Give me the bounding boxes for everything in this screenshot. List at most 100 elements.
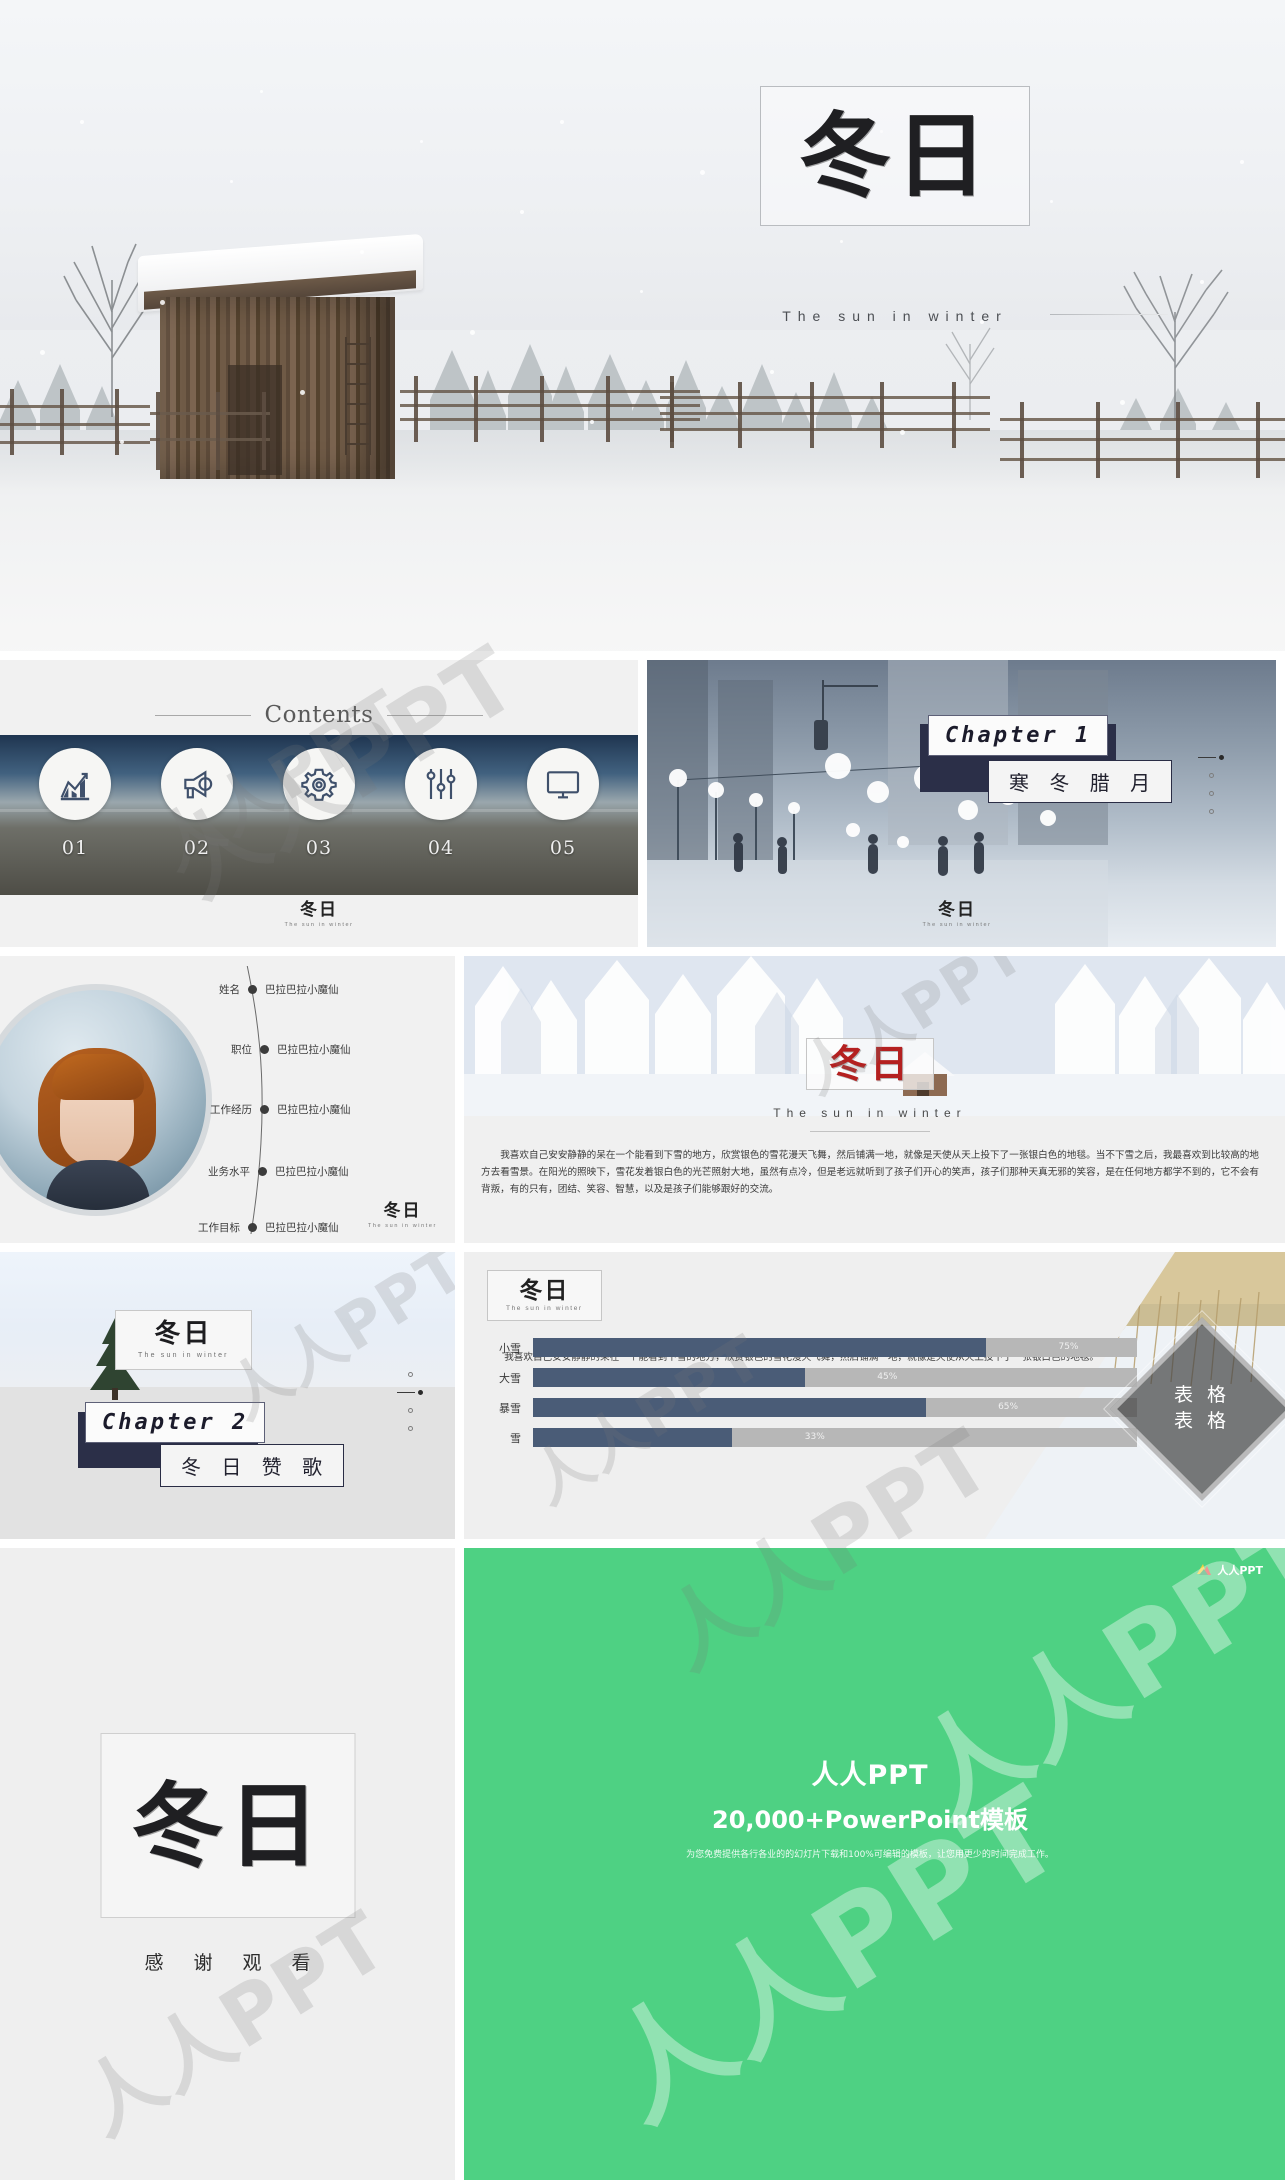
bar-chart: 小雪 75% 大雪 45% 暴雪 65% 雪 33% — [477, 1338, 1137, 1458]
pager-active-marker — [397, 1390, 423, 1395]
slide-logo-contents: 冬日 The sun in winter — [284, 900, 354, 929]
timeline-dot — [260, 1045, 269, 1054]
pager-dot[interactable] — [1208, 809, 1214, 814]
logo-cn: 冬日 — [383, 1201, 422, 1221]
chapter2-en-box[interactable]: Chapter 2 — [85, 1402, 266, 1443]
bar-track: 45% — [533, 1368, 1137, 1387]
bar-row: 暴雪 65% — [477, 1398, 1137, 1417]
torso — [46, 1160, 150, 1210]
sliders-icon[interactable] — [405, 748, 477, 820]
promo-logo[interactable]: 人人PPT — [1196, 1562, 1263, 1578]
pager-dot[interactable] — [407, 1408, 413, 1413]
diamond-line-1: 表 格 — [1173, 1384, 1231, 1407]
chapter2-logo-frame: 冬日 The sun in winter — [115, 1310, 252, 1370]
contents-number-02: 02 — [183, 837, 211, 859]
profile-value-2: 巴拉巴拉小魔仙 — [277, 1104, 351, 1116]
profile-value-1: 巴拉巴拉小魔仙 — [277, 1044, 351, 1056]
timeline-dot — [248, 1223, 257, 1232]
promo-logo-text: 人人PPT — [1217, 1564, 1263, 1577]
avatar — [0, 984, 212, 1216]
profile-row-1: 职位 巴拉巴拉小魔仙 — [200, 1042, 351, 1057]
contents-number-04: 04 — [427, 837, 455, 859]
pager-dot[interactable] — [1208, 773, 1214, 778]
pager-active-marker — [1198, 755, 1224, 760]
bar-category-label: 大雪 — [499, 1371, 521, 1385]
barn-ladder — [345, 337, 371, 455]
contents-item-01[interactable]: 01 — [27, 744, 123, 859]
promo-subhead: 20,000+PowerPoint模板 — [712, 1806, 1028, 1834]
chapter1-en-box[interactable]: Chapter 1 — [928, 715, 1109, 756]
profile-row-4: 工作目标 巴拉巴拉小魔仙 — [174, 1220, 339, 1235]
chapter1-pager[interactable] — [1198, 755, 1224, 814]
growth-chart-icon[interactable] — [39, 748, 111, 820]
chapter1-cn-box[interactable]: 寒 冬 腊 月 — [988, 760, 1173, 803]
row-thanks-promo: 冬日 感谢观看 人人PPT 人人PPT 20,000+PowerPoint模板 — [0, 1548, 1285, 2180]
hero-title-cn: 冬日 — [798, 102, 991, 210]
contents-number-05: 05 — [549, 837, 577, 859]
diamond-label: 表 格 表 格 — [1137, 1344, 1267, 1474]
logo-en: The sun in winter — [922, 922, 992, 928]
contents-heading: Contents — [264, 702, 374, 728]
contents-item-03[interactable]: 03 — [271, 744, 367, 859]
rrppt-logo-icon — [1196, 1562, 1212, 1578]
promo-text-block: 人人PPT 20,000+PowerPoint模板 为您免费提供各行各业的的幻灯… — [455, 1753, 1285, 1860]
profile-value-4: 巴拉巴拉小魔仙 — [265, 1222, 339, 1234]
chapter2-cn-box[interactable]: 冬 日 赞 歌 — [160, 1444, 345, 1487]
chapter2-pager[interactable] — [397, 1372, 423, 1431]
promo-tagline: 为您免费提供各行各业的的幻灯片下载和100%可编辑的模板，让您用更少的时间完成工… — [686, 1850, 1054, 1860]
fence-barnfront — [150, 392, 270, 470]
profile-row-3: 业务水平 巴拉巴拉小魔仙 — [184, 1164, 349, 1179]
chapter1-en-label: Chapter 1 — [928, 715, 1109, 756]
megaphone-icon[interactable] — [161, 748, 233, 820]
divider-row3 — [455, 956, 464, 1243]
divider-row5 — [455, 1548, 464, 2180]
bar-value-label: 45% — [877, 1372, 898, 1382]
divider-row2 — [638, 660, 647, 947]
timeline-dot — [260, 1105, 269, 1114]
profile-row-0: 姓名 巴拉巴拉小魔仙 — [188, 982, 388, 997]
bar-row: 雪 33% — [477, 1428, 1137, 1447]
divider-row4-bottom — [0, 1539, 1285, 1548]
gear-icon[interactable] — [283, 748, 355, 820]
pager-dot[interactable] — [407, 1372, 413, 1377]
chapter2-en-label: Chapter 2 — [85, 1402, 266, 1443]
logo-en: The sun in winter — [284, 922, 354, 928]
thanks-title-frame: 冬日 — [100, 1733, 355, 1918]
profile-value-0: 巴拉巴拉小魔仙 — [265, 984, 339, 996]
bar-fill — [533, 1368, 805, 1387]
divider-row2-bottom — [0, 947, 1285, 956]
contents-item-02[interactable]: 02 — [149, 744, 245, 859]
contents-number-01: 01 — [61, 837, 89, 859]
winter-text-slide: 冬日 The sun in winter 我喜欢自己安安静静的呆在一个能看到下雪… — [455, 956, 1285, 1243]
contents-item-05[interactable]: 05 — [515, 744, 611, 859]
logo-cn: 冬日 — [938, 900, 976, 920]
chapter2-logo-cn: 冬日 — [154, 1319, 213, 1349]
hero-slide: 冬日 The sun in winter — [0, 0, 1285, 660]
monitor-icon[interactable] — [527, 748, 599, 820]
slide-logo-chart: 冬日 The sun in winter — [487, 1270, 602, 1321]
pager-dot[interactable] — [1208, 791, 1214, 796]
bar-fill — [533, 1338, 986, 1357]
bar-category-label: 暴雪 — [499, 1401, 521, 1415]
hero-subtitle-en: The sun in winter — [782, 308, 1008, 324]
bar-row: 大雪 45% — [477, 1368, 1137, 1387]
logo-en: The sun in winter — [367, 1223, 437, 1229]
row-contents-chapter1: Contents 01 02 03 04 05 冬日 The sun in wi… — [0, 660, 1285, 947]
logo-en: The sun in winter — [506, 1305, 583, 1312]
contents-icon-row: 01 02 03 04 05 — [0, 744, 638, 894]
bare-tree-right — [1110, 250, 1240, 420]
winter-title-cn: 冬日 — [828, 1041, 912, 1086]
contents-item-04[interactable]: 04 — [393, 744, 489, 859]
thanks-title-cn: 冬日 — [131, 1771, 324, 1880]
winter-rule — [810, 1131, 930, 1132]
bar-track: 65% — [533, 1398, 1137, 1417]
hair-front — [52, 1054, 144, 1100]
fence-left — [0, 389, 150, 455]
thanks-slide: 冬日 感谢观看 — [0, 1548, 455, 2180]
pager-dot[interactable] — [407, 1426, 413, 1431]
chart-slide: 冬日 The sun in winter 我喜欢自己安安静静的呆在一个能看到下雪… — [455, 1252, 1285, 1539]
profile-label-4: 工作目标 — [198, 1222, 240, 1234]
logo-cn: 冬日 — [300, 900, 338, 920]
bar-value-label: 65% — [998, 1402, 1019, 1412]
logo-cn: 冬日 — [519, 1277, 570, 1304]
